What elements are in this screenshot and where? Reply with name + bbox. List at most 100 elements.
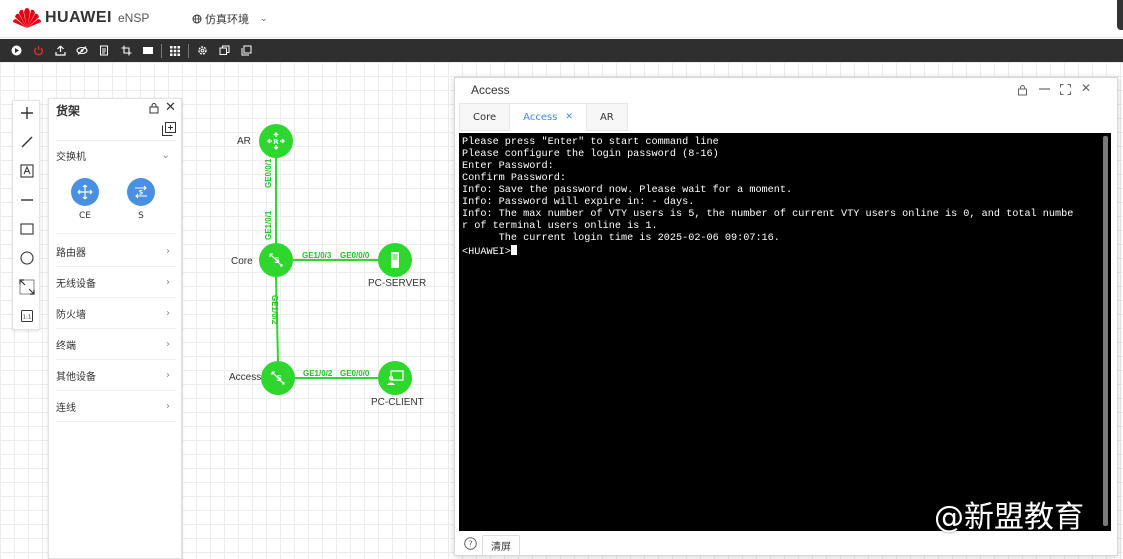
port-label: GE0/0/1 <box>264 158 273 188</box>
window-control[interactable] <box>1117 0 1123 30</box>
chevron-down-icon: ⌄ <box>161 149 170 161</box>
copy-button[interactable] <box>213 40 235 62</box>
settings-button[interactable] <box>191 40 213 62</box>
minimize-icon[interactable] <box>1039 88 1050 90</box>
dash-tool[interactable] <box>13 188 41 212</box>
drawing-tools: 1:1 <box>12 100 40 330</box>
tab-core[interactable]: Core <box>459 103 511 131</box>
clear-screen-button[interactable]: 清屏 <box>482 535 520 556</box>
expand-icon <box>19 279 35 295</box>
device-ce[interactable] <box>71 178 99 206</box>
device-s[interactable]: S <box>127 178 155 206</box>
start-button[interactable] <box>5 40 27 62</box>
terminal-tabs: Core Access ✕ AR <box>459 103 628 131</box>
close-icon[interactable]: ✕ <box>1081 81 1091 95</box>
brand-name: HUAWEI <box>45 9 112 26</box>
help-icon[interactable]: ? <box>464 537 477 550</box>
category-terminal[interactable]: 终端 › <box>56 329 176 359</box>
node-access[interactable]: S <box>261 361 295 395</box>
close-tab-icon[interactable]: ✕ <box>565 112 573 122</box>
chevron-right-icon: › <box>166 276 170 288</box>
document-button[interactable] <box>93 40 115 62</box>
chevron-right-icon: › <box>166 400 170 412</box>
grid-button[interactable] <box>164 40 186 62</box>
maximize-icon[interactable] <box>1060 84 1071 95</box>
console-line: r of terminal users online is 1. <box>462 221 658 232</box>
gear-icon <box>197 46 207 55</box>
console-prompt-line: <HUAWEI> <box>462 245 1108 259</box>
svg-text:S: S <box>274 256 280 265</box>
console-line: Info: Save the password now. Please wait… <box>462 185 793 196</box>
rectangle-icon <box>20 223 34 235</box>
globe-icon <box>192 14 202 24</box>
category-wireless[interactable]: 无线设备 › <box>56 267 176 297</box>
hide-button[interactable] <box>71 40 93 62</box>
svg-text:R: R <box>273 138 279 146</box>
actual-size-icon: 1:1 <box>21 310 33 322</box>
category-connection[interactable]: 连线 › <box>56 391 176 421</box>
close-icon[interactable]: ✕ <box>165 100 176 115</box>
category-label: 无线设备 <box>56 278 96 290</box>
console-line: Enter Password: <box>462 161 554 172</box>
main-toolbar <box>0 39 1123 62</box>
circle-tool[interactable] <box>13 246 41 270</box>
category-switch[interactable]: 交换机 ⌄ <box>56 140 176 170</box>
text-tool[interactable] <box>13 159 41 183</box>
category-label: 其他设备 <box>56 371 96 383</box>
actual-size-tool[interactable]: 1:1 <box>13 304 41 328</box>
title-bar: HUAWEI eNSP 仿真环境 ⌄ <box>0 0 1123 38</box>
category-other[interactable]: 其他设备 › <box>56 360 176 390</box>
tab-label: Access <box>523 111 558 123</box>
product-name: eNSP <box>118 11 150 25</box>
line-tool[interactable] <box>13 130 41 154</box>
node-ar[interactable]: R <box>259 124 293 158</box>
circle-icon <box>20 251 34 265</box>
svg-text:S: S <box>276 374 282 383</box>
grid-icon <box>170 45 180 56</box>
node-core[interactable]: S <box>259 243 293 277</box>
node-pc-client[interactable] <box>378 361 412 395</box>
category-router[interactable]: 路由器 › <box>56 236 176 266</box>
layers-icon <box>241 45 251 56</box>
screen-button[interactable] <box>137 40 159 62</box>
add-tool[interactable] <box>13 101 41 125</box>
console-prompt: <HUAWEI> <box>462 247 511 258</box>
toolbar-separator <box>188 43 189 58</box>
tab-access[interactable]: Access ✕ <box>509 103 587 131</box>
topology-links <box>275 141 396 379</box>
divider <box>56 233 176 234</box>
terminal-scrollbar[interactable] <box>1103 136 1108 526</box>
rectangle-tool[interactable] <box>13 217 41 241</box>
environment-selector[interactable]: 仿真环境 ⌄ <box>192 11 268 27</box>
port-label: GE1/0/1 <box>264 210 273 240</box>
port-label: GE1/0/3 <box>302 251 332 260</box>
environment-label: 仿真环境 <box>205 13 249 26</box>
device-label: S <box>138 211 144 221</box>
svg-text:?: ? <box>468 540 472 549</box>
tab-label: Core <box>473 111 497 123</box>
category-label: 连线 <box>56 402 76 414</box>
node-pc-server[interactable] <box>378 243 412 277</box>
category-firewall[interactable]: 防火墙 › <box>56 298 176 328</box>
console-line: Confirm Password: <box>462 173 566 184</box>
power-icon <box>33 46 43 56</box>
upload-icon <box>54 45 66 56</box>
port-label: GE0/0/0 <box>340 369 370 378</box>
monitor-icon <box>143 46 153 54</box>
crop-button[interactable] <box>115 40 137 62</box>
lock-icon[interactable] <box>148 102 160 114</box>
tab-ar[interactable]: AR <box>585 103 628 131</box>
lock-icon[interactable] <box>1017 84 1028 96</box>
port-label: GE0/0/0 <box>340 251 370 260</box>
stop-button[interactable] <box>27 40 49 62</box>
toolbar-separator <box>161 43 162 58</box>
terminal-console[interactable]: Please press "Enter" to start command li… <box>459 133 1111 531</box>
fit-tool[interactable] <box>13 275 41 299</box>
add-device-icon[interactable] <box>162 122 176 136</box>
category-label: 防火墙 <box>56 309 86 321</box>
text-cursor <box>510 245 517 255</box>
duplicate-button[interactable] <box>235 40 257 62</box>
upload-button[interactable] <box>49 40 71 62</box>
s-switch-icon: S <box>135 185 147 199</box>
category-label: 路由器 <box>56 247 86 259</box>
